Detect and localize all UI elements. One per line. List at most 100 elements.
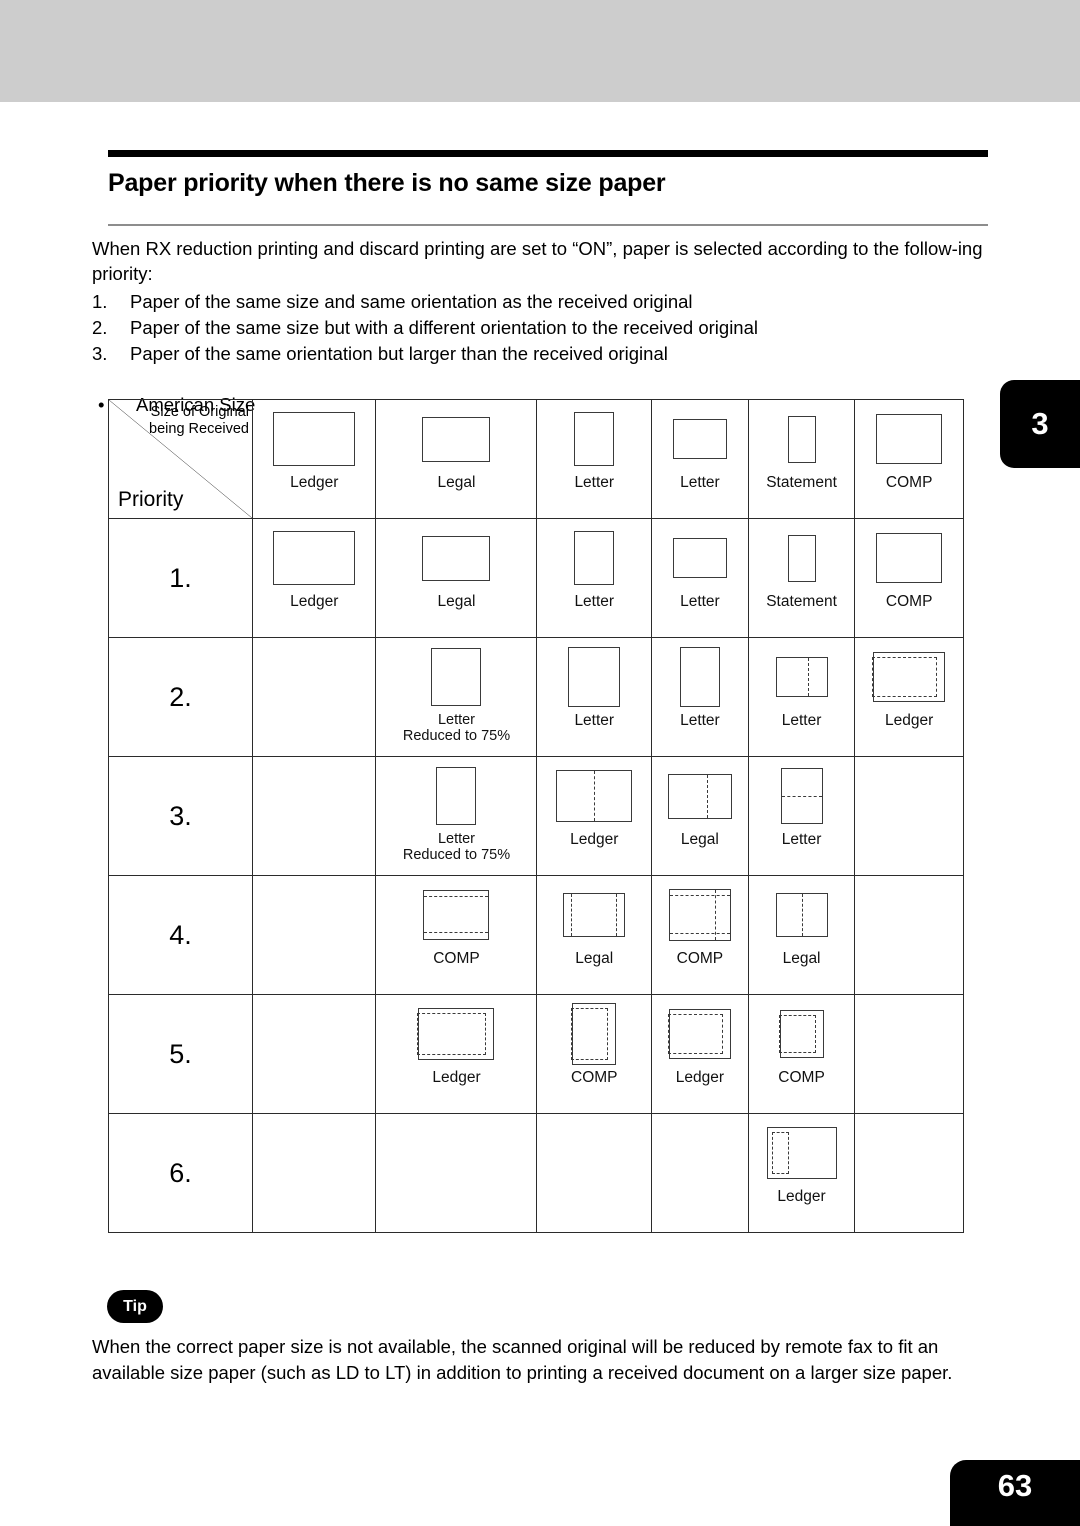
paper-size-label: Ledger [777,1188,826,1205]
table-cell: Statement [747,399,856,519]
table-cell [251,994,377,1114]
table-corner-header: Size of Original being Received Priority [108,399,253,519]
glyph-area [376,638,536,712]
paper-size-glyph [672,538,727,578]
table-cell [375,1113,538,1233]
glyph-area [537,1114,651,1188]
table-cell: Statement [747,518,856,638]
paper-size-note: Reduced to 75% [402,728,511,744]
glyph-area [537,519,651,593]
table-row: 5. Ledger COMP Ledger COMP [108,994,964,1114]
paper-size-glyph [668,889,731,941]
dashed-fold-line [594,771,596,821]
table-cell [251,756,377,876]
table-row: 3. Letter Reduced to 75% Ledger Legal Letter [108,756,964,876]
paper-size-label: Legal [782,950,821,967]
paper-size-label: Letter [680,593,720,610]
dashed-fold-line [615,894,617,936]
paper-size-label: Letter [781,831,822,848]
paper-size-label: Ledger [290,593,339,610]
glyph-area [253,876,375,950]
glyph-area [652,876,748,950]
paper-size-glyph [787,534,816,582]
table-cell [251,1113,377,1233]
glyph-area [652,638,748,712]
paper-size-glyph [876,414,943,464]
glyph-area [855,757,963,831]
glyph-area [749,876,855,950]
glyph-area [253,995,375,1069]
glyph-area [537,757,651,831]
paper-size-glyph [436,767,477,825]
paper-size-note: Reduced to 75% [402,847,511,863]
table-cell: Letter [651,399,749,519]
table-cell [854,994,964,1114]
paper-size-glyph [423,890,490,940]
glyph-area [376,757,536,831]
body-text: When RX reduction printing and discard p… [92,236,988,417]
priority-number: 4. [169,919,192,950]
table-cell: Legal [747,875,856,995]
paper-size-label: Ledger [290,474,339,491]
paper-size-label: COMP [433,950,480,967]
paper-size-label: Ledger [570,831,619,848]
table-cell: COMP [854,399,964,519]
table-cell: Ledger [375,994,538,1114]
paper-size-glyph [422,535,491,581]
table-cell: Legal [375,518,538,638]
dashed-inner-area [417,1013,487,1055]
table-cell: Letter Reduced to 75% [375,756,538,876]
table-cell [251,875,377,995]
list-text: Paper of the same orientation but larger… [130,343,668,364]
paper-size-label: Legal [680,831,719,848]
glyph-area [749,638,855,712]
glyph-area [749,400,855,474]
glyph-area [537,876,651,950]
paper-size-label: COMP [778,1069,825,1086]
paper-size-label: COMP [676,950,724,967]
table-cell: Legal [651,756,749,876]
numbered-list-item: 2. Paper of the same size but with a diff… [92,315,988,340]
paper-size-glyph [667,773,732,819]
glyph-area [537,400,651,474]
paper-size-glyph [568,647,621,707]
glyph-area [749,519,855,593]
dashed-fold-line [807,658,809,696]
numbered-list-item: 1. Paper of the same size and same orient… [92,289,988,314]
dashed-inner-area [571,1008,609,1060]
glyph-area [253,519,375,593]
table-row: 4. COMP Legal COMP Legal [108,875,964,995]
paper-size-glyph [672,419,727,459]
paper-size-label: Letter [680,712,720,729]
dashed-inner-area [872,657,938,697]
dashed-inner-area [778,1015,816,1053]
priority-number: 3. [169,800,192,831]
column-axis-label: Size of Original being Received [149,404,249,437]
priority-number-cell: 4. [108,875,253,995]
paper-size-label: Letter [680,474,720,491]
paper-size-glyph [273,412,356,466]
dashed-inner-area [771,1132,790,1174]
table-cell: Ledger [251,518,377,638]
priority-number: 6. [169,1157,192,1188]
list-number: 1. [92,291,108,312]
page-number-tab: 63 [950,1460,1080,1526]
paper-size-glyph [273,531,356,585]
glyph-area [855,519,963,593]
paper-size-label: Letter [574,474,615,491]
glyph-area [652,1114,748,1188]
table-cell: Letter [747,756,856,876]
paper-size-glyph [431,648,482,706]
glyph-area [749,1114,855,1188]
glyph-area [376,1114,536,1188]
table-cell [854,756,964,876]
paper-size-label: Letter [574,712,615,729]
dashed-fold-line [571,894,573,936]
dashed-fold-line [707,774,709,818]
table-cell: COMP [375,875,538,995]
glyph-area [376,995,536,1069]
paper-size-glyph [787,415,816,463]
table-cell: Ledger [854,637,964,757]
table-cell [651,1113,749,1233]
title-top-rule [108,150,988,157]
